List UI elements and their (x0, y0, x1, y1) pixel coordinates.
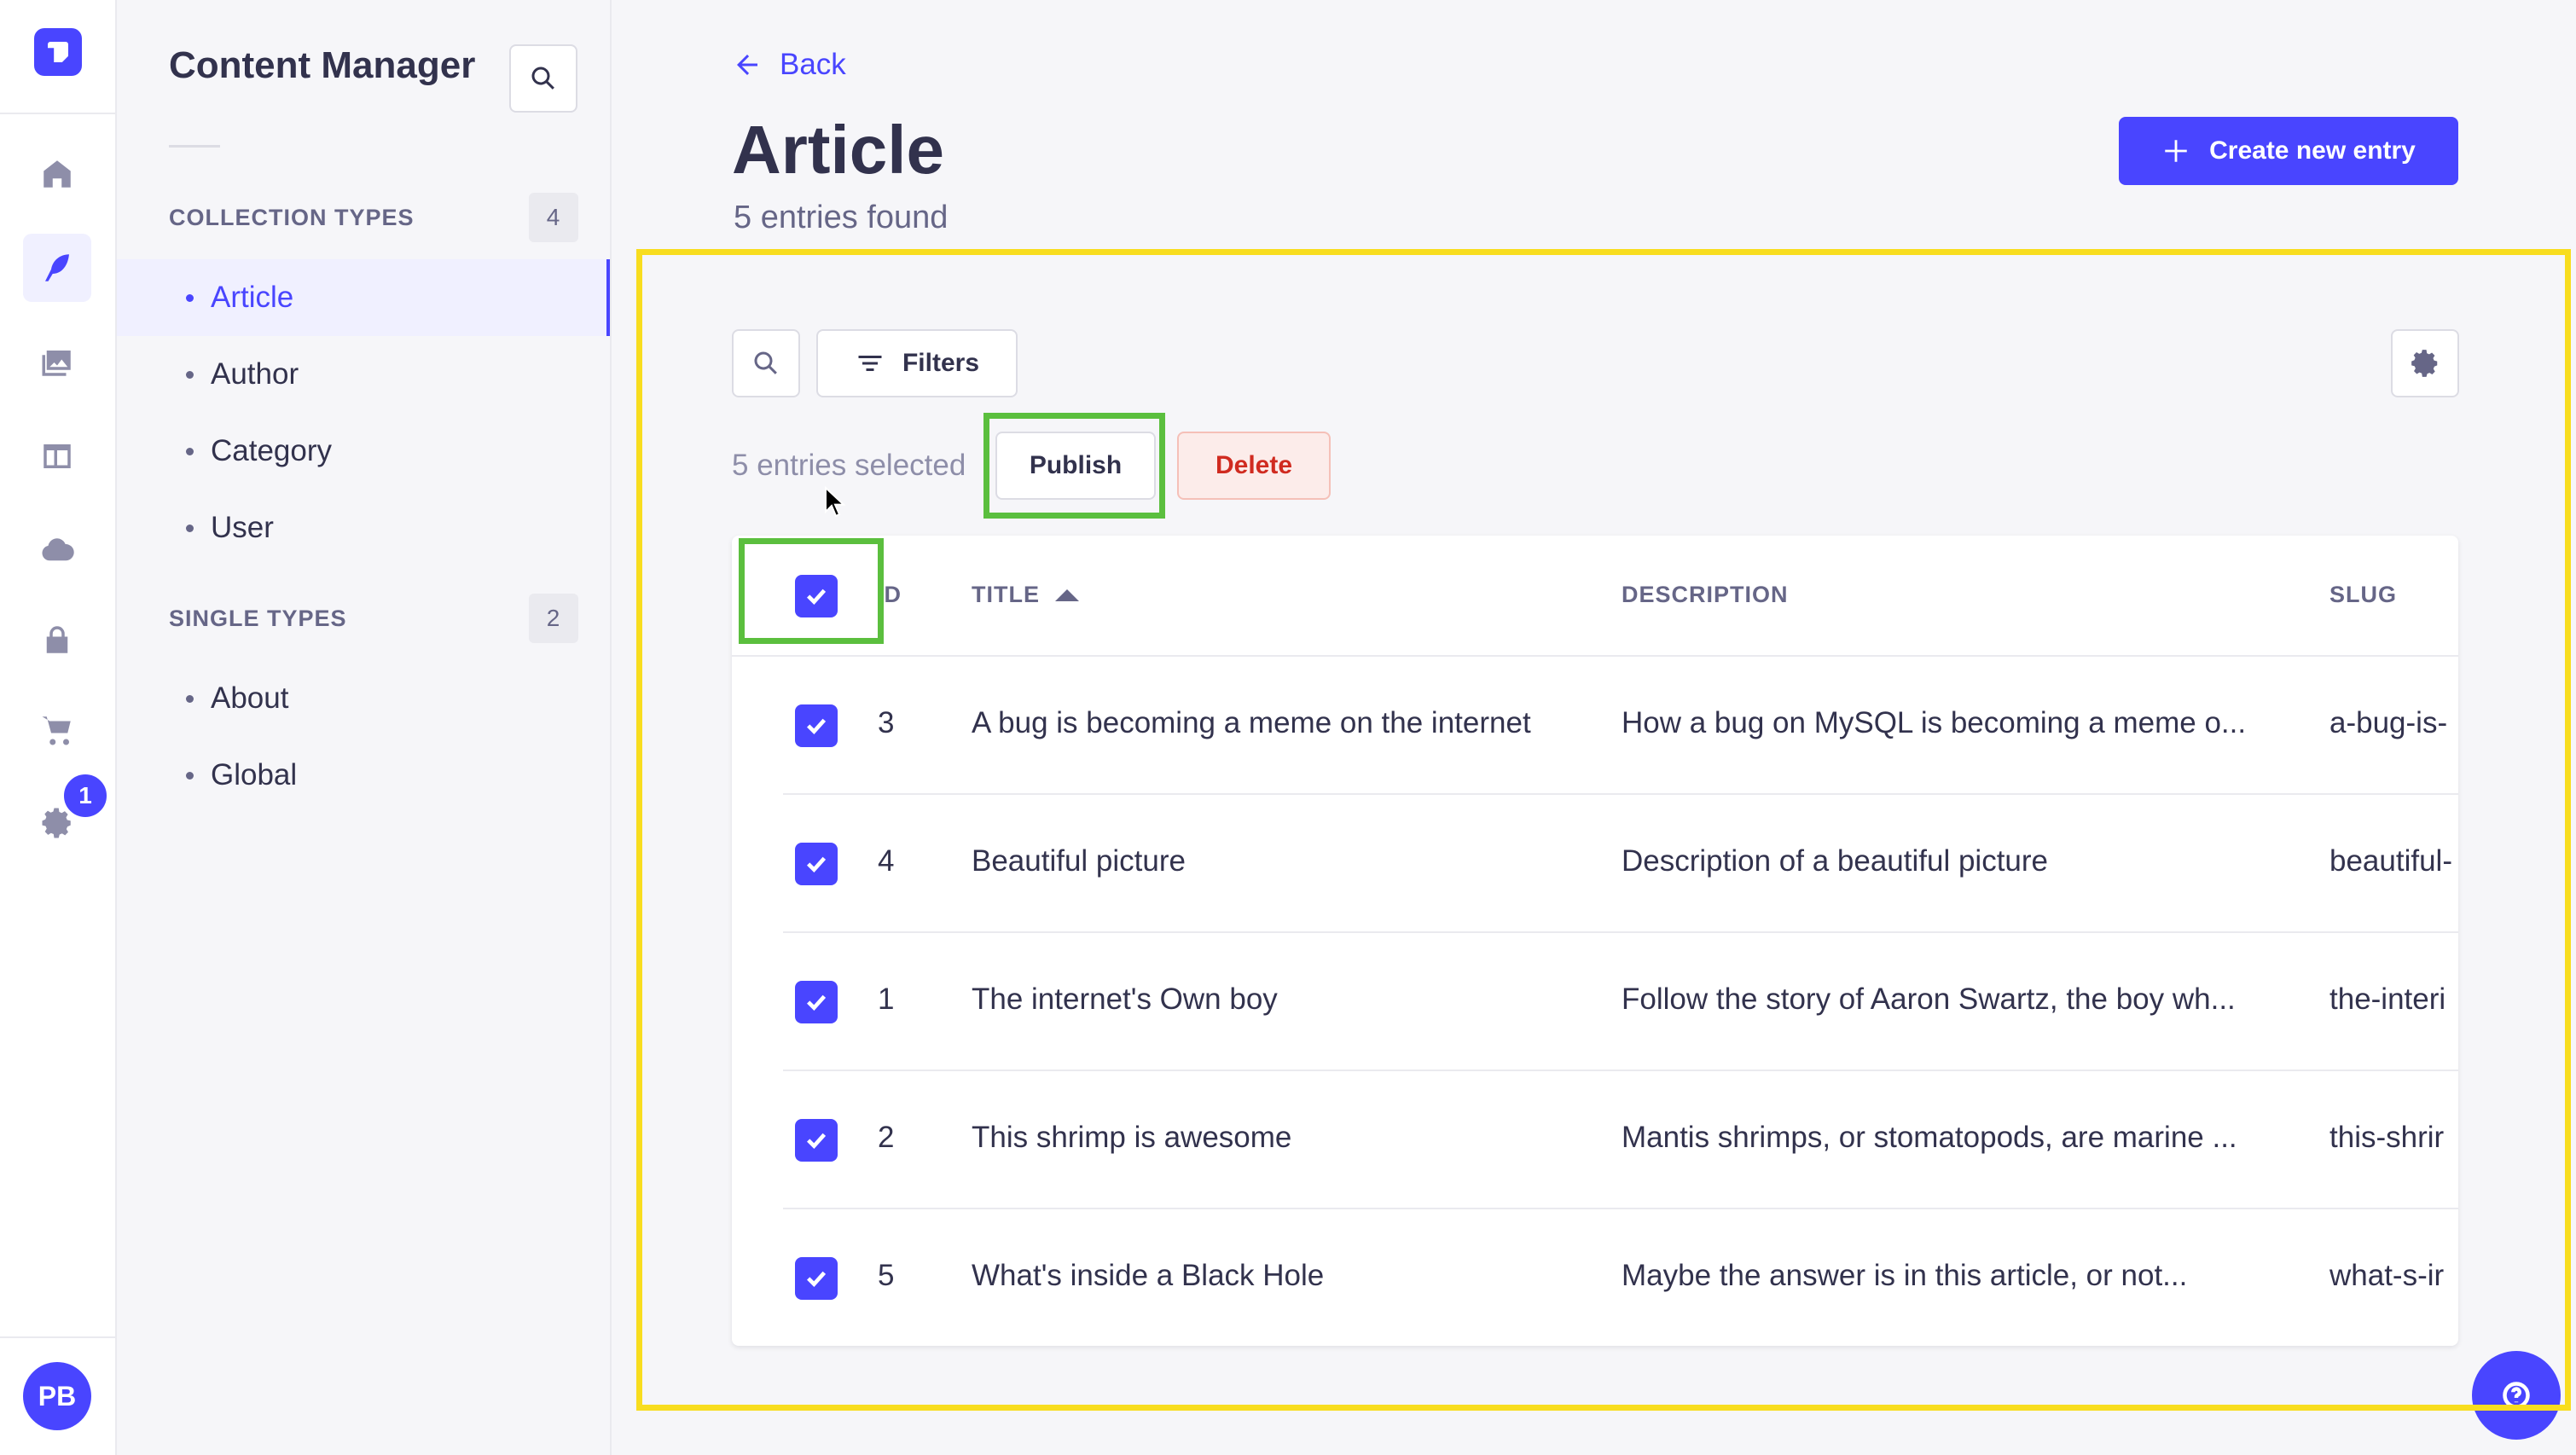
create-new-entry-label: Create new entry (2209, 136, 2416, 165)
check-icon (807, 1133, 827, 1150)
table-row[interactable]: 1 The internet's Own boy Follow the stor… (783, 933, 2458, 1071)
cell-description: Description of a beautiful picture (1622, 844, 2048, 878)
page-title: Article (732, 112, 944, 188)
arrow-left-icon (737, 55, 757, 75)
table-row[interactable]: 4 Beautiful picture Description of a bea… (783, 795, 2458, 933)
column-header-description[interactable]: DESCRIPTION (1622, 582, 1789, 608)
layout-icon[interactable] (23, 422, 91, 490)
cloud-icon[interactable] (23, 516, 91, 584)
table-row[interactable]: 3 A bug is becoming a meme on the intern… (783, 657, 2458, 795)
column-header-slug[interactable]: SLUG (2329, 582, 2397, 608)
search-icon (531, 67, 554, 90)
cell-description: Mantis shrimps, or stomatopods, are mari… (1622, 1121, 2237, 1154)
entries-table: ID TITLE DESCRIPTION SLUG 3 A bug is bec… (732, 536, 2458, 1346)
table-header: ID TITLE DESCRIPTION SLUG (732, 536, 2458, 657)
cell-slug: this-shrir (2329, 1121, 2445, 1154)
create-new-entry-button[interactable]: Create new entry (2119, 117, 2458, 185)
cell-description: Maybe the answer is in this article, or … (1622, 1259, 2188, 1292)
cell-id: 2 (878, 1121, 895, 1154)
single-types-label: SINGLE TYPES (169, 605, 347, 631)
filter-icon (858, 356, 882, 371)
lock-icon[interactable] (23, 606, 91, 674)
selected-entries-text: 5 entries selected (732, 449, 966, 482)
cell-title: The internet's Own boy (972, 983, 1278, 1016)
sort-ascending-icon (1055, 588, 1079, 601)
check-icon (807, 856, 827, 873)
cart-icon[interactable] (23, 696, 91, 764)
list-settings-button[interactable] (2391, 329, 2459, 397)
content-manager-sidebar: Content Manager COLLECTION TYPES 4 Artic… (117, 0, 612, 1455)
collection-types-label: COLLECTION TYPES (169, 204, 415, 230)
check-icon (807, 718, 827, 735)
cell-title: Beautiful picture (972, 844, 1186, 878)
row-checkbox[interactable] (795, 981, 838, 1023)
table-search-button[interactable] (732, 329, 800, 397)
cell-slug: what-s-ir (2329, 1259, 2445, 1292)
column-header-title[interactable]: TITLE (972, 582, 1079, 608)
question-icon (2503, 1382, 2530, 1409)
rail-bottom-divider (0, 1336, 117, 1338)
table-row[interactable]: 5 What's inside a Black Hole Maybe the a… (783, 1209, 2458, 1346)
back-link[interactable]: Back (732, 48, 846, 82)
row-checkbox[interactable] (795, 843, 838, 885)
publish-button[interactable]: Publish (995, 432, 1156, 500)
column-header-id[interactable]: ID (877, 582, 902, 608)
table-row[interactable]: 2 This shrimp is awesome Mantis shrimps,… (783, 1071, 2458, 1209)
filters-label: Filters (902, 349, 980, 377)
sidebar-item-global[interactable]: Global (117, 737, 610, 814)
home-icon[interactable] (23, 140, 91, 208)
media-library-icon[interactable] (23, 328, 91, 397)
select-all-checkbox[interactable] (795, 575, 838, 617)
sidebar-item-about[interactable]: About (117, 660, 610, 737)
cell-slug: beautiful- (2329, 844, 2452, 878)
help-button[interactable] (2472, 1351, 2561, 1440)
user-avatar[interactable]: PB (23, 1362, 91, 1430)
filters-button[interactable]: Filters (816, 329, 1018, 397)
single-types-count: 2 (529, 594, 578, 643)
sidebar-item-category[interactable]: Category (117, 413, 610, 490)
main-nav-rail: 1 PB (0, 0, 117, 1455)
sidebar-item-user[interactable]: User (117, 490, 610, 566)
sidebar-item-author[interactable]: Author (117, 336, 610, 413)
cell-id: 1 (878, 983, 895, 1016)
gear-icon (2411, 350, 2438, 377)
search-icon (754, 351, 777, 374)
delete-button[interactable]: Delete (1177, 432, 1331, 500)
rail-divider (0, 113, 117, 114)
check-icon (807, 588, 827, 606)
plus-icon (2165, 140, 2187, 162)
collection-types-header[interactable]: COLLECTION TYPES 4 (169, 193, 578, 242)
cell-id: 3 (878, 706, 895, 739)
sidebar-divider (169, 145, 220, 148)
single-types-header[interactable]: SINGLE TYPES 2 (169, 594, 578, 643)
collection-types-count: 4 (529, 193, 578, 242)
mouse-cursor-icon (825, 486, 846, 518)
cell-title: A bug is becoming a meme on the internet (972, 706, 1531, 739)
cell-description: How a bug on MySQL is becoming a meme o.… (1622, 706, 2247, 739)
cell-title: This shrimp is awesome (972, 1121, 1292, 1154)
sidebar-item-article[interactable]: Article (117, 259, 610, 336)
entries-count: 5 entries found (734, 200, 949, 235)
feather-icon[interactable] (23, 234, 91, 302)
row-checkbox[interactable] (795, 1257, 838, 1300)
back-label: Back (780, 48, 846, 81)
notification-badge: 1 (61, 771, 110, 820)
cell-slug: the-interi (2329, 983, 2446, 1016)
cell-description: Follow the story of Aaron Swartz, the bo… (1622, 983, 2236, 1016)
check-icon (807, 994, 827, 1012)
cell-title: What's inside a Black Hole (972, 1259, 1325, 1292)
cell-slug: a-bug-is- (2329, 706, 2448, 739)
strapi-logo[interactable] (34, 28, 82, 76)
check-icon (807, 1271, 827, 1288)
row-checkbox[interactable] (795, 704, 838, 747)
sidebar-search-button[interactable] (509, 44, 577, 113)
cell-id: 5 (878, 1259, 895, 1292)
row-checkbox[interactable] (795, 1119, 838, 1162)
cell-id: 4 (878, 844, 895, 878)
sidebar-title: Content Manager (169, 44, 476, 86)
